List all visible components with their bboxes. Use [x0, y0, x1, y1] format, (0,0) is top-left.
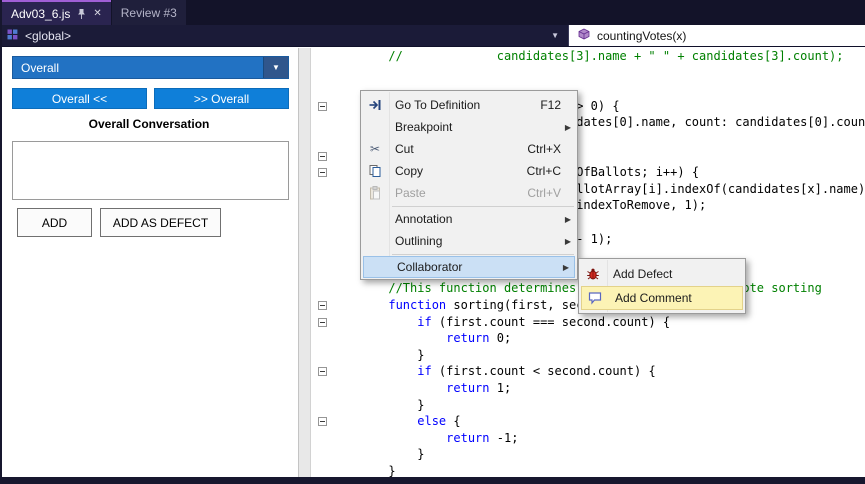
- add-button[interactable]: ADD: [17, 208, 92, 237]
- paste-icon: [361, 186, 389, 200]
- menu-item-copy[interactable]: Copy Ctrl+C: [361, 160, 577, 182]
- status-bar: [0, 477, 865, 484]
- code-line: // candidates[3].name + " " + candidates…: [345, 48, 844, 65]
- method-icon: [578, 28, 590, 43]
- panel-heading: Overall Conversation: [0, 117, 298, 131]
- fold-collapse-icon[interactable]: [318, 318, 327, 327]
- collaborator-panel: Overall ▼ Overall << >> Overall Overall …: [0, 48, 298, 477]
- fold-collapse-icon[interactable]: [318, 367, 327, 376]
- document-tabbar: Adv03_6.js ✕ Review #3: [0, 0, 865, 25]
- global-scope-icon: [7, 29, 18, 43]
- overall-next-button[interactable]: >> Overall: [154, 88, 289, 109]
- code-line: }: [345, 397, 424, 414]
- panel-splitter[interactable]: [298, 48, 311, 477]
- code-line: return 1;: [345, 380, 511, 397]
- overall-dropdown[interactable]: Overall ▼: [12, 56, 289, 79]
- window-edge: [0, 0, 2, 484]
- menu-item-label: Add Comment: [609, 291, 692, 305]
- code-line: if (first.count === second.count) {: [345, 314, 670, 331]
- menu-item-label: Collaborator: [391, 260, 462, 274]
- submenu-arrow-icon: ▶: [565, 123, 571, 132]
- vs-window: Adv03_6.js ✕ Review #3 <global> ▼ counti…: [0, 0, 865, 484]
- bug-icon: [579, 267, 607, 281]
- code-line: return 0;: [345, 330, 511, 347]
- context-menu: Go To Definition F12 Breakpoint ▶ ✂Cut Ctrl+X…: [360, 90, 578, 280]
- submenu-item-add-defect[interactable]: Add Defect: [579, 262, 745, 286]
- tab-review-3[interactable]: Review #3: [112, 0, 186, 25]
- menu-shortcut: Ctrl+X: [527, 142, 561, 156]
- menu-item-breakpoint[interactable]: Breakpoint ▶: [361, 116, 577, 138]
- menu-shortcut: F12: [540, 98, 561, 112]
- code-line: }: [345, 347, 424, 364]
- scissors-icon: ✂: [361, 143, 389, 155]
- menu-item-annotation[interactable]: Annotation ▶: [361, 208, 577, 230]
- menu-item-label: Cut: [389, 142, 414, 156]
- menu-shortcut: Ctrl+V: [527, 186, 561, 200]
- overall-prev-button[interactable]: Overall <<: [12, 88, 147, 109]
- code-line: return -1;: [345, 430, 518, 447]
- scope-label: <global>: [25, 29, 71, 43]
- comment-icon: [581, 291, 609, 305]
- menu-item-cut[interactable]: ✂Cut Ctrl+X: [361, 138, 577, 160]
- fold-collapse-icon[interactable]: [318, 152, 327, 161]
- chevron-down-icon: ▼: [551, 31, 559, 40]
- submenu-item-add-comment[interactable]: Add Comment: [581, 286, 743, 310]
- pin-icon[interactable]: [77, 8, 86, 20]
- submenu-arrow-icon: ▶: [563, 263, 569, 272]
- menu-item-label: Copy: [389, 164, 423, 178]
- menu-item-label: Go To Definition: [389, 98, 480, 112]
- menu-shortcut: Ctrl+C: [527, 164, 561, 178]
- navigation-bar: <global> ▼ countingVotes(x): [0, 25, 865, 47]
- menu-item-label: Paste: [389, 186, 426, 200]
- fold-collapse-icon[interactable]: [318, 417, 327, 426]
- code-line: if (first.count < second.count) {: [345, 363, 656, 380]
- goto-definition-icon: [361, 98, 389, 112]
- menu-item-label: Outlining: [389, 234, 442, 248]
- menu-item-collaborator[interactable]: Collaborator ▶: [363, 256, 575, 278]
- submenu-arrow-icon: ▶: [565, 215, 571, 224]
- code-line: else {: [345, 413, 461, 430]
- menu-item-label: Breakpoint: [389, 120, 452, 134]
- tab-adv03-6-js[interactable]: Adv03_6.js ✕: [2, 0, 111, 25]
- close-icon[interactable]: ✕: [93, 9, 101, 19]
- menu-item-label: Add Defect: [607, 267, 672, 281]
- menu-item-outlining[interactable]: Outlining ▶: [361, 230, 577, 252]
- fold-collapse-icon[interactable]: [318, 301, 327, 310]
- chevron-down-icon: ▼: [263, 57, 288, 78]
- menu-item-label: Annotation: [389, 212, 452, 226]
- fold-collapse-icon[interactable]: [318, 102, 327, 111]
- fold-collapse-icon[interactable]: [318, 168, 327, 177]
- add-as-defect-button[interactable]: ADD AS DEFECT: [100, 208, 221, 237]
- conversation-input[interactable]: [12, 141, 289, 200]
- code-line: }: [345, 446, 424, 463]
- code-line: }: [345, 463, 396, 477]
- overall-dropdown-value: Overall: [21, 61, 59, 75]
- menu-item-paste[interactable]: Paste Ctrl+V: [361, 182, 577, 204]
- tab-label: Adv03_6.js: [11, 7, 70, 21]
- member-dropdown[interactable]: countingVotes(x): [568, 25, 865, 46]
- submenu-arrow-icon: ▶: [565, 237, 571, 246]
- tab-label: Review #3: [121, 6, 177, 20]
- member-label: countingVotes(x): [597, 29, 686, 43]
- menu-item-go-to-definition[interactable]: Go To Definition F12: [361, 94, 577, 116]
- scope-dropdown[interactable]: <global> ▼: [0, 25, 568, 46]
- collaborator-submenu: Add Defect Add Comment: [578, 258, 746, 314]
- copy-icon: [361, 164, 389, 178]
